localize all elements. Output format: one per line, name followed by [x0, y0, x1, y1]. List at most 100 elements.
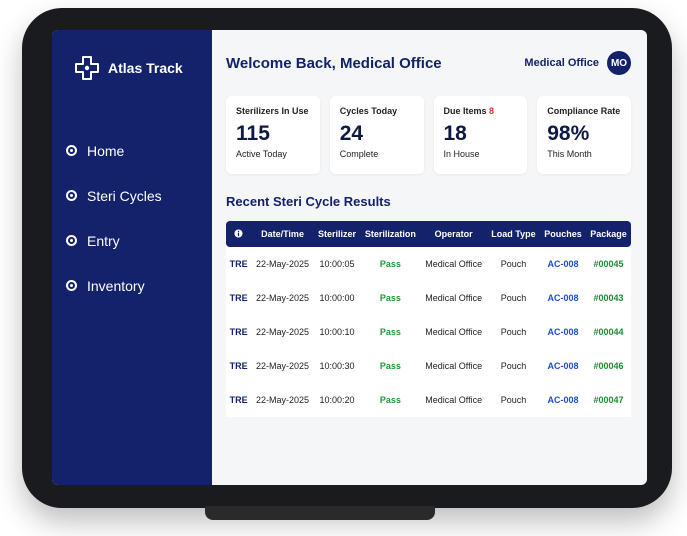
stat-card-due-items[interactable]: Due Items 8 18 In House — [433, 96, 528, 174]
cell-sterilizer: 10:00:00 — [319, 293, 355, 303]
cell-operator: Medical Office — [425, 395, 483, 405]
column-header-sterilizer[interactable]: Sterilizer — [314, 221, 361, 247]
cell-package-link[interactable]: #00047 — [586, 383, 631, 417]
table-header-row: Date/Time Sterilizer Sterilization Opera… — [226, 221, 631, 247]
cell-package-link[interactable]: #00044 — [586, 315, 631, 349]
table-row[interactable]: TRE 22-May-2025 10:00:05 Pass Medical Of… — [226, 247, 631, 281]
cell-date: 22-May-2025 — [256, 395, 310, 405]
cell-operator: Medical Office — [425, 293, 483, 303]
main-content: Welcome Back, Medical Office Medical Off… — [212, 30, 647, 485]
cell-pouches-link[interactable]: AC-008 — [540, 315, 586, 349]
sidebar-nav: Home Steri Cycles Entry Inventory — [52, 128, 212, 308]
results-table: Date/Time Sterilizer Sterilization Opera… — [226, 221, 631, 417]
stat-card-cycles[interactable]: Cycles Today 24 Complete — [329, 96, 424, 174]
cell-code: TRE — [229, 327, 248, 337]
column-header-date[interactable]: Date/Time — [251, 221, 313, 247]
cell-code: TRE — [229, 395, 248, 405]
table-row[interactable]: TRE 22-May-2025 10:00:20 Pass Medical Of… — [226, 383, 631, 417]
table-row[interactable]: TRE 22-May-2025 10:00:10 Pass Medical Of… — [226, 315, 631, 349]
sidebar-item-label: Inventory — [87, 277, 145, 294]
stat-card-compliance[interactable]: Compliance Rate 98% This Month — [537, 96, 631, 174]
cell-operator: Medical Office — [425, 327, 483, 337]
stat-label: Cycles Today — [339, 106, 398, 116]
cell-pouches-link[interactable]: AC-008 — [540, 349, 586, 383]
welcome-title: Welcome Back, Medical Office — [226, 54, 442, 72]
cell-package-link[interactable]: #00045 — [586, 247, 631, 281]
cell-sterilization-status: Pass — [379, 259, 401, 269]
cell-sterilization-status: Pass — [379, 327, 401, 337]
sidebar-item-label: Steri Cycles — [87, 187, 162, 204]
stat-subtext: In House — [443, 149, 480, 159]
tablet-stand — [205, 506, 435, 520]
stat-label: Sterilizers In Use — [236, 106, 309, 116]
cell-load-type: Pouch — [500, 361, 527, 371]
cell-package-link[interactable]: #00043 — [586, 281, 631, 315]
column-header-load-type[interactable]: Load Type — [487, 221, 540, 247]
cell-load-type: Pouch — [500, 259, 527, 269]
cell-sterilization-status: Pass — [379, 361, 401, 371]
cell-code: TRE — [229, 293, 248, 303]
sidebar-item-home[interactable]: Home — [52, 128, 212, 173]
brand-name: Atlas Track — [108, 60, 183, 76]
tablet-frame: Atlas Track Home Steri Cycles Entry Inve… — [22, 8, 672, 508]
cell-pouches-link[interactable]: AC-008 — [540, 383, 586, 417]
app-screen: Atlas Track Home Steri Cycles Entry Inve… — [52, 30, 647, 485]
avatar[interactable]: MO — [607, 51, 631, 75]
cell-sterilizer: 10:00:20 — [319, 395, 355, 405]
stat-label: Due Items 8 — [443, 106, 495, 116]
stat-label: Compliance Rate — [547, 106, 621, 116]
cell-package-link[interactable]: #00046 — [586, 349, 631, 383]
stat-value: 18 — [443, 122, 467, 145]
user-menu[interactable]: Medical Office MO — [524, 51, 631, 75]
stat-value: 115 — [236, 122, 270, 145]
cell-date: 22-May-2025 — [256, 293, 310, 303]
cell-date: 22-May-2025 — [256, 361, 310, 371]
stat-subtext: Active Today — [236, 149, 287, 159]
entry-icon — [66, 235, 77, 246]
table-row[interactable]: TRE 22-May-2025 10:00:00 Pass Medical Of… — [226, 281, 631, 315]
cell-sterilizer: 10:00:30 — [319, 361, 355, 371]
stat-card-sterilizers[interactable]: Sterilizers In Use 115 Active Today — [226, 96, 320, 174]
cell-code: TRE — [229, 361, 248, 371]
user-name: Medical Office — [524, 57, 599, 69]
column-header-info[interactable] — [226, 221, 251, 247]
column-header-sterilization[interactable]: Sterilization — [360, 221, 420, 247]
cell-sterilizer: 10:00:10 — [319, 327, 355, 337]
brand[interactable]: Atlas Track — [52, 48, 212, 88]
sidebar-item-label: Home — [87, 142, 125, 159]
results-title: Recent Steri Cycle Results — [226, 194, 391, 209]
stat-value: 24 — [339, 122, 364, 145]
stats-row: Sterilizers In Use 115 Active Today Cycl… — [226, 96, 631, 174]
cell-date: 22-May-2025 — [256, 259, 310, 269]
sidebar-item-steri-cycles[interactable]: Steri Cycles — [52, 173, 212, 218]
column-header-pouches[interactable]: Pouches — [540, 221, 586, 247]
cell-sterilization-status: Pass — [379, 293, 401, 303]
cell-load-type: Pouch — [500, 395, 527, 405]
inventory-icon — [66, 280, 77, 291]
cell-sterilization-status: Pass — [379, 395, 401, 405]
sidebar-item-label: Entry — [87, 232, 120, 249]
sidebar: Atlas Track Home Steri Cycles Entry Inve… — [52, 30, 212, 485]
cycle-icon — [66, 190, 77, 201]
medical-cross-logo-icon — [75, 56, 99, 80]
cell-date: 22-May-2025 — [256, 327, 310, 337]
sidebar-item-inventory[interactable]: Inventory — [52, 263, 212, 308]
home-icon — [66, 145, 77, 156]
cell-operator: Medical Office — [425, 361, 483, 371]
cell-sterilizer: 10:00:05 — [319, 259, 355, 269]
cell-code: TRE — [229, 259, 248, 269]
due-items-badge: 8 — [489, 106, 495, 116]
column-header-operator[interactable]: Operator — [420, 221, 486, 247]
cell-pouches-link[interactable]: AC-008 — [540, 247, 586, 281]
cell-load-type: Pouch — [500, 327, 527, 337]
topbar: Welcome Back, Medical Office Medical Off… — [226, 46, 631, 80]
stat-subtext: Complete — [339, 149, 379, 159]
cell-operator: Medical Office — [425, 259, 483, 269]
column-header-package[interactable]: Package — [586, 221, 631, 247]
table-row[interactable]: TRE 22-May-2025 10:00:30 Pass Medical Of… — [226, 349, 631, 383]
cell-pouches-link[interactable]: AC-008 — [540, 281, 586, 315]
info-icon — [234, 228, 243, 238]
stat-subtext: This Month — [547, 149, 592, 159]
stat-value: 98% — [547, 122, 590, 145]
sidebar-item-entry[interactable]: Entry — [52, 218, 212, 263]
